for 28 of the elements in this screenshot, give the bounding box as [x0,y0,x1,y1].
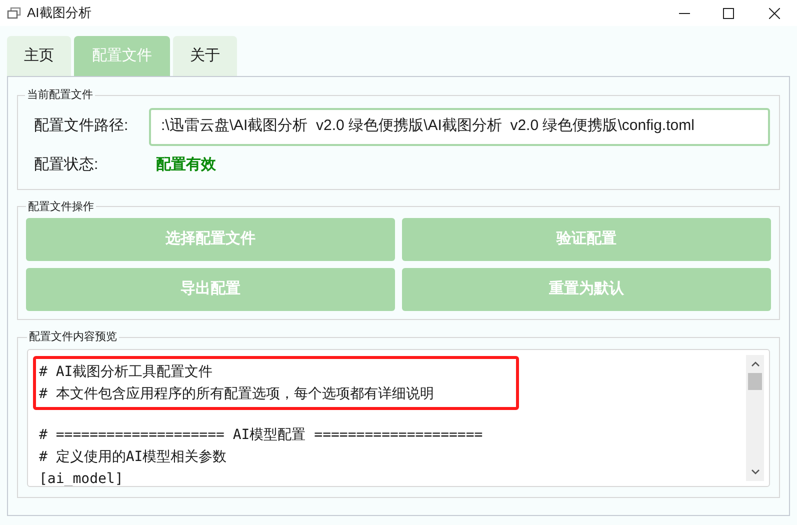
action-button[interactable]: 重置为默认 [402,268,771,311]
group-title: 配置文件操作 [27,200,95,214]
action-button[interactable]: 选择配置文件 [26,218,395,261]
group-title: 当前配置文件 [26,88,94,103]
code-line: # AI截图分析工具配置文件 [39,362,213,382]
scrollbar[interactable] [746,354,764,480]
status-text: 配置有效 [156,155,216,176]
group-title: 配置文件内容预览 [28,330,118,345]
tab[interactable]: 主页 [7,36,71,76]
field-label: 配置状态: [34,155,100,176]
code-line: [ai_model] [39,470,124,486]
scroll-down-icon[interactable] [750,468,760,474]
preview-area[interactable]: # AI截图分析工具配置文件 # 本文件包含应用程序的所有配置选项，每个选项都有详细说明 # ==================== AI模型配置 ==================== # 定义使用的AI模型相关参数 [ai_model] [27,348,770,486]
code-line: # ==================== AI模型配置 ==================== [39,426,483,444]
scroll-thumb[interactable] [748,372,762,390]
path-field[interactable]: :\迅雷云盘\AI截图分析 v2.0 绿色便携版\AI截图分析 v2.0 绿色便携版\config.toml [149,108,770,146]
app-icon [7,7,21,19]
field-label: 配置文件路径: [34,116,130,136]
scroll-up-icon[interactable] [750,360,760,366]
action-button[interactable]: 验证配置 [402,218,771,261]
action-button[interactable]: 导出配置 [26,268,395,311]
tab[interactable]: 配置文件 [74,36,170,76]
code-line: # 定义使用的AI模型相关参数 [39,448,227,466]
tab[interactable]: 关于 [173,36,237,76]
code-line: # 本文件包含应用程序的所有配置选项，每个选项都有详细说明 [39,384,434,404]
maximize-icon[interactable] [723,8,734,18]
close-icon[interactable] [769,8,780,18]
window-title: AI截图分析 [27,4,92,22]
